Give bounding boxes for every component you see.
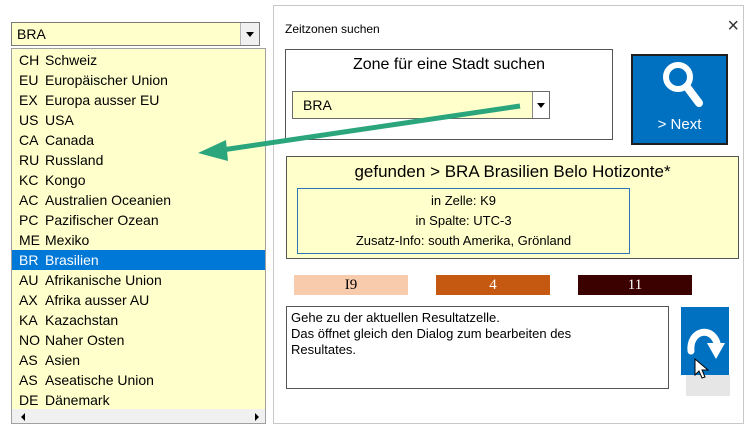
green-arrow-icon <box>198 103 521 161</box>
